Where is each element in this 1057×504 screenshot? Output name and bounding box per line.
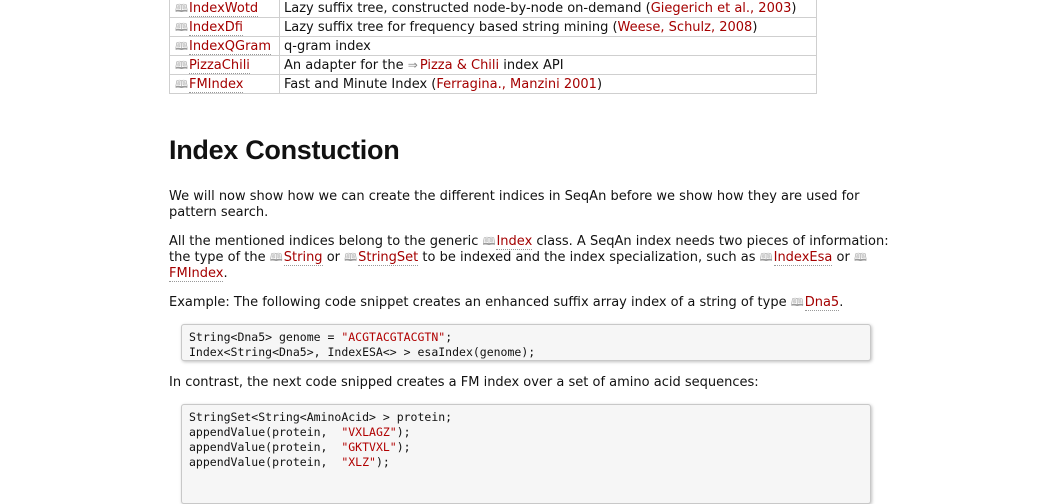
code-block-esa: String<Dna5> genome = "ACGTACGTACGTN"; I… [181, 324, 871, 361]
table-row: 🕮IndexQGram q-gram index [169, 36, 817, 56]
book-icon: 🕮 [853, 251, 867, 264]
book-icon: 🕮 [790, 296, 804, 309]
page-title: Index Constuction [169, 135, 400, 165]
index-name-link[interactable]: PizzaChili [188, 57, 250, 74]
index-description-cell: An adapter for the ⇒ Pizza & Chili index … [279, 55, 817, 75]
fmindex-link[interactable]: FMIndex [169, 266, 224, 282]
index-name-cell: 🕮IndexQGram [169, 36, 280, 56]
book-icon: 🕮 [344, 251, 358, 264]
index-name-link[interactable]: IndexWotd [188, 0, 259, 17]
book-icon: 🕮 [175, 58, 188, 72]
stringset-link[interactable]: StringSet [358, 250, 419, 266]
index-description-cell: q-gram index [279, 36, 817, 56]
table-row: 🕮IndexWotd Lazy suffix tree, constructed … [169, 0, 817, 18]
book-icon: 🕮 [269, 251, 283, 264]
dna5-link[interactable]: Dna5 [804, 295, 840, 311]
main-content: 🕮IndexWotd Lazy suffix tree, constructed … [169, 0, 894, 504]
string-link[interactable]: String [283, 250, 323, 266]
citation-link[interactable]: Weese, Schulz, 2008 [618, 20, 753, 35]
table-row: 🕮PizzaChili An adapter for the ⇒ Pizza & C… [169, 55, 817, 75]
index-name-cell: 🕮PizzaChili [169, 55, 280, 75]
index-description-cell: Fast and Minute Index (Ferragina., Manzi… [279, 74, 817, 94]
index-types-table: 🕮IndexWotd Lazy suffix tree, constructed … [169, 0, 817, 94]
index-name-link[interactable]: FMIndex [188, 76, 244, 93]
index-name-cell: 🕮FMIndex [169, 74, 280, 94]
citation-link[interactable]: Ferragina., Manzini 2001 [436, 77, 597, 92]
generic-index-paragraph: All the mentioned indices belong to the … [169, 234, 889, 282]
book-icon: 🕮 [175, 77, 188, 91]
index-name-cell: 🕮IndexDfi [169, 17, 280, 37]
code-block-fm: StringSet<String<AminoAcid> > protein; a… [181, 404, 871, 504]
external-link-icon: ⇒ [407, 57, 418, 72]
example-paragraph: Example: The following code snippet crea… [169, 295, 844, 311]
citation-link[interactable]: Pizza & Chili [420, 58, 499, 73]
index-name-cell: 🕮IndexWotd [169, 0, 280, 18]
indexesa-link[interactable]: IndexEsa [773, 250, 833, 266]
index-description-cell: Lazy suffix tree for frequency based str… [279, 17, 817, 37]
book-icon: 🕮 [759, 251, 773, 264]
citation-link[interactable]: Giegerich et al., 2003 [651, 1, 792, 16]
index-name-link[interactable]: IndexQGram [188, 38, 272, 55]
book-icon: 🕮 [482, 235, 496, 248]
intro-paragraph: We will now show how we can create the d… [169, 189, 860, 220]
index-link[interactable]: Index [496, 234, 533, 250]
book-icon: 🕮 [175, 39, 188, 53]
table-row: 🕮IndexDfi Lazy suffix tree for frequency … [169, 17, 817, 37]
index-description-cell: Lazy suffix tree, constructed node-by-no… [279, 0, 817, 18]
index-name-link[interactable]: IndexDfi [188, 19, 243, 36]
book-icon: 🕮 [175, 20, 188, 34]
book-icon: 🕮 [175, 1, 188, 15]
contrast-paragraph: In contrast, the next code snipped creat… [169, 375, 759, 390]
table-row: 🕮FMIndex Fast and Minute Index (Ferragina… [169, 74, 817, 94]
